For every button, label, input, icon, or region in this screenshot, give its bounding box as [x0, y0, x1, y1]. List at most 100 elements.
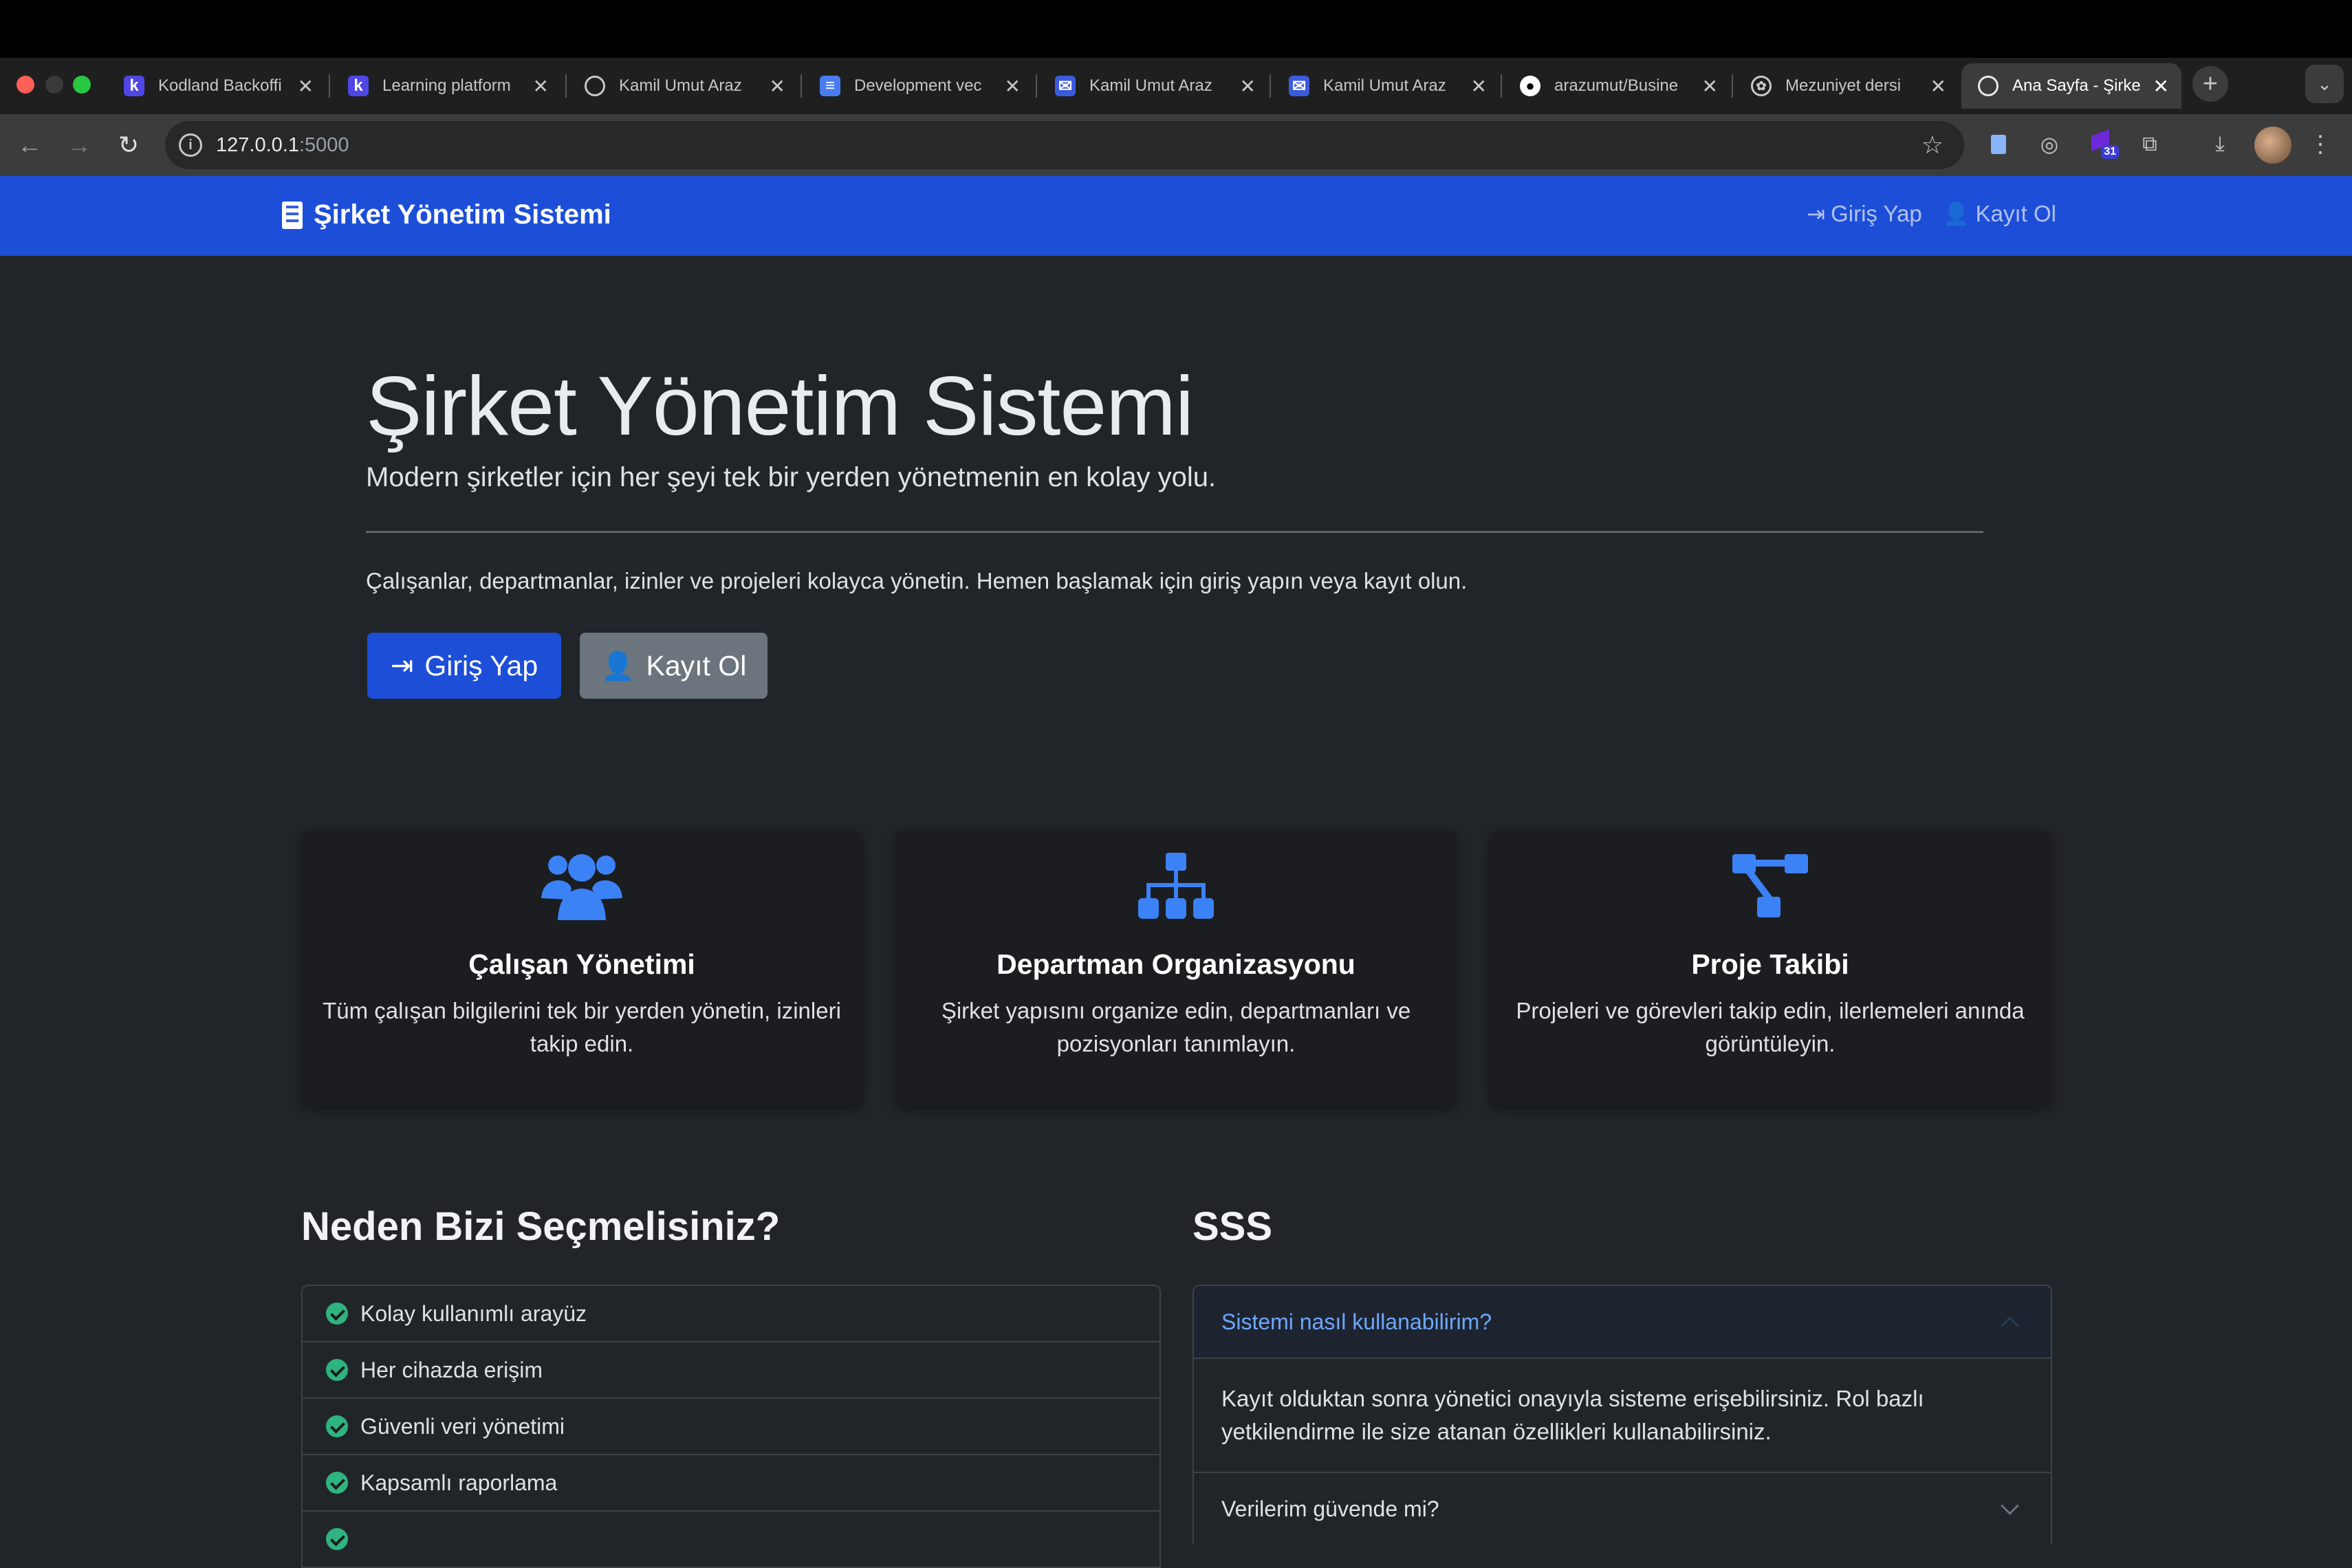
feature-text: Tüm çalışan bilgilerini tek bir yerden y…: [323, 998, 841, 1056]
close-tab-icon[interactable]: ✕: [1005, 75, 1021, 98]
why-list: Kolay kullanımlı arayüz Her cihazda eriş…: [301, 1285, 1161, 1568]
hero-title: Şirket Yönetim Sistemi: [366, 359, 1194, 453]
profile-avatar[interactable]: [2254, 127, 2291, 164]
tab-separator: [329, 74, 330, 98]
faq-accordion: Sistemi nasıl kullanabilirim? Kayıt oldu…: [1193, 1285, 2052, 1545]
close-window-button[interactable]: [17, 76, 34, 94]
tab-separator: [1036, 74, 1037, 98]
list-item-text: Kapsamlı raporlama: [360, 1470, 558, 1495]
check-circle-icon: [326, 1528, 348, 1550]
list-item: Kapsamlı raporlama: [303, 1455, 1159, 1512]
tab-separator: [565, 74, 567, 98]
hero-text: Çalışanlar, departmanlar, izinler ve pro…: [366, 568, 1468, 594]
register-button[interactable]: 👤 Kayıt Ol: [580, 633, 767, 699]
maximize-window-button[interactable]: [73, 76, 91, 94]
close-tab-icon[interactable]: ✕: [1702, 75, 1718, 98]
faq-question-button[interactable]: Sistemi nasıl kullanabilirim?: [1194, 1286, 2051, 1359]
mail-icon: ✉: [1289, 76, 1309, 96]
tab-title: Kamil Umut Araz: [1089, 76, 1212, 95]
forward-arrow-icon[interactable]: →: [62, 128, 96, 162]
extensions-puzzle-icon[interactable]: ⧉: [2136, 131, 2164, 158]
window-top-strip: [0, 0, 2352, 58]
globe-icon: [585, 76, 605, 96]
close-tab-icon[interactable]: ✕: [533, 75, 549, 98]
sign-in-icon: ⇥: [390, 651, 414, 681]
tab-title: Development vec: [854, 76, 982, 95]
check-circle-icon: [326, 1415, 348, 1437]
feature-text: Şirket yapısını organize edin, departman…: [941, 998, 1411, 1056]
feature-card-employees: Çalışan Yönetimi Tüm çalışan bilgilerini…: [301, 831, 862, 1106]
users-icon: [541, 854, 622, 920]
check-circle-icon: [326, 1472, 348, 1494]
faq-question-text: Sistemi nasıl kullanabilirim?: [1221, 1309, 1492, 1334]
nav-register-label: Kayıt Ol: [1975, 201, 2056, 226]
register-button-label: Kayıt Ol: [646, 649, 747, 682]
navbar-brand[interactable]: Şirket Yönetim Sistemi: [282, 199, 611, 230]
feature-title: Departman Organizasyonu: [997, 948, 1355, 980]
close-tab-icon[interactable]: ✕: [1930, 75, 1946, 98]
list-item: Kolay kullanımlı arayüz: [303, 1286, 1159, 1342]
browser-tab-active[interactable]: Ana Sayfa - Şirke ✕: [1961, 63, 2181, 109]
tab-search-button[interactable]: ⌄: [2305, 65, 2344, 103]
check-circle-icon: [326, 1359, 348, 1381]
list-item: [303, 1512, 1159, 1568]
browser-tab[interactable]: ✉ Kamil Umut Araz ✕: [1272, 63, 1499, 109]
faq-question-text: Verilerim güvende mi?: [1221, 1496, 1439, 1521]
close-tab-icon[interactable]: ✕: [298, 75, 314, 98]
browser-tab[interactable]: ✿ Mezuniyet dersi ✕: [1734, 63, 1959, 109]
chevron-down-icon: [2001, 1496, 2019, 1515]
close-tab-icon[interactable]: ✕: [770, 75, 785, 98]
sitemap-icon: [1138, 853, 1214, 919]
nav-login-label: Giriş Yap: [1831, 201, 1922, 226]
address-bar[interactable]: i 127.0.0.1:5000 ☆: [165, 121, 1964, 169]
docs-extension-icon[interactable]: [1985, 131, 2012, 158]
tab-separator: [801, 74, 802, 98]
tab-title: Kamil Umut Araz: [619, 76, 742, 95]
kodland-icon: k: [124, 76, 144, 96]
user-plus-icon: 👤: [1942, 202, 1970, 226]
browser-tab[interactable]: k Kodland Backoffi ✕: [107, 63, 326, 109]
reload-icon[interactable]: ↻: [111, 128, 146, 162]
browser-tab[interactable]: Kamil Umut Araz ✕: [568, 63, 798, 109]
login-button[interactable]: ⇥ Giriş Yap: [367, 633, 561, 699]
spy-extension-icon[interactable]: ◎: [2036, 131, 2063, 158]
browser-tab[interactable]: ≡ Development vec ✕: [803, 63, 1033, 109]
faq-title: SSS: [1193, 1204, 1273, 1249]
brand-text: Şirket Yönetim Sistemi: [314, 199, 611, 230]
faq-answer: Kayıt olduktan sonra yönetici onayıyla s…: [1194, 1359, 2051, 1473]
why-title: Neden Bizi Seçmelisiniz?: [301, 1204, 781, 1249]
back-arrow-icon[interactable]: ←: [12, 128, 47, 162]
address-url: 127.0.0.1:5000: [216, 133, 349, 156]
faq-question-button[interactable]: Verilerim güvende mi?: [1194, 1473, 2051, 1545]
hero-subtitle: Modern şirketler için her şeyi tek bir y…: [366, 462, 1217, 492]
minimize-window-button[interactable]: [45, 76, 63, 94]
nav-login-link[interactable]: ⇥ Giriş Yap: [1807, 201, 1921, 227]
github-icon: ●: [1520, 76, 1540, 96]
tab-title: Learning platform: [382, 76, 511, 95]
feature-title: Proje Takibi: [1691, 948, 1849, 980]
tab-title: Kodland Backoffi: [158, 76, 282, 95]
nav-register-link[interactable]: 👤 Kayıt Ol: [1943, 201, 2056, 227]
tab-title: Mezuniyet dersi: [1785, 76, 1902, 95]
extension-badge: 31: [2101, 145, 2119, 159]
close-tab-icon[interactable]: ✕: [1240, 75, 1256, 98]
bookmark-star-icon[interactable]: ☆: [1921, 131, 1943, 160]
user-plus-icon: 👤: [600, 651, 635, 682]
globe-icon: [1978, 76, 1999, 96]
new-tab-button[interactable]: +: [2192, 66, 2228, 102]
forms-icon: ≡: [820, 76, 840, 96]
mail-icon: ✉: [1055, 76, 1076, 96]
browser-tab[interactable]: ● arazumut/Busine ✕: [1503, 63, 1730, 109]
close-tab-icon[interactable]: ✕: [1471, 75, 1487, 98]
check-circle-icon: [326, 1303, 348, 1325]
list-item-text: Güvenli veri yönetimi: [360, 1413, 565, 1439]
site-info-icon[interactable]: i: [179, 133, 202, 157]
download-icon[interactable]: ⤓: [2206, 131, 2234, 158]
browser-tab[interactable]: ✉ Kamil Umut Araz ✕: [1038, 63, 1268, 109]
tab-title: Kamil Umut Araz: [1323, 76, 1446, 95]
close-tab-icon[interactable]: ✕: [2153, 75, 2169, 98]
calendar-extension-icon[interactable]: 31: [2089, 129, 2119, 159]
browser-tab[interactable]: k Learning platform ✕: [331, 63, 561, 109]
list-item-text: Kolay kullanımlı arayüz: [360, 1300, 587, 1326]
browser-menu-icon[interactable]: ⋮: [2307, 131, 2334, 158]
